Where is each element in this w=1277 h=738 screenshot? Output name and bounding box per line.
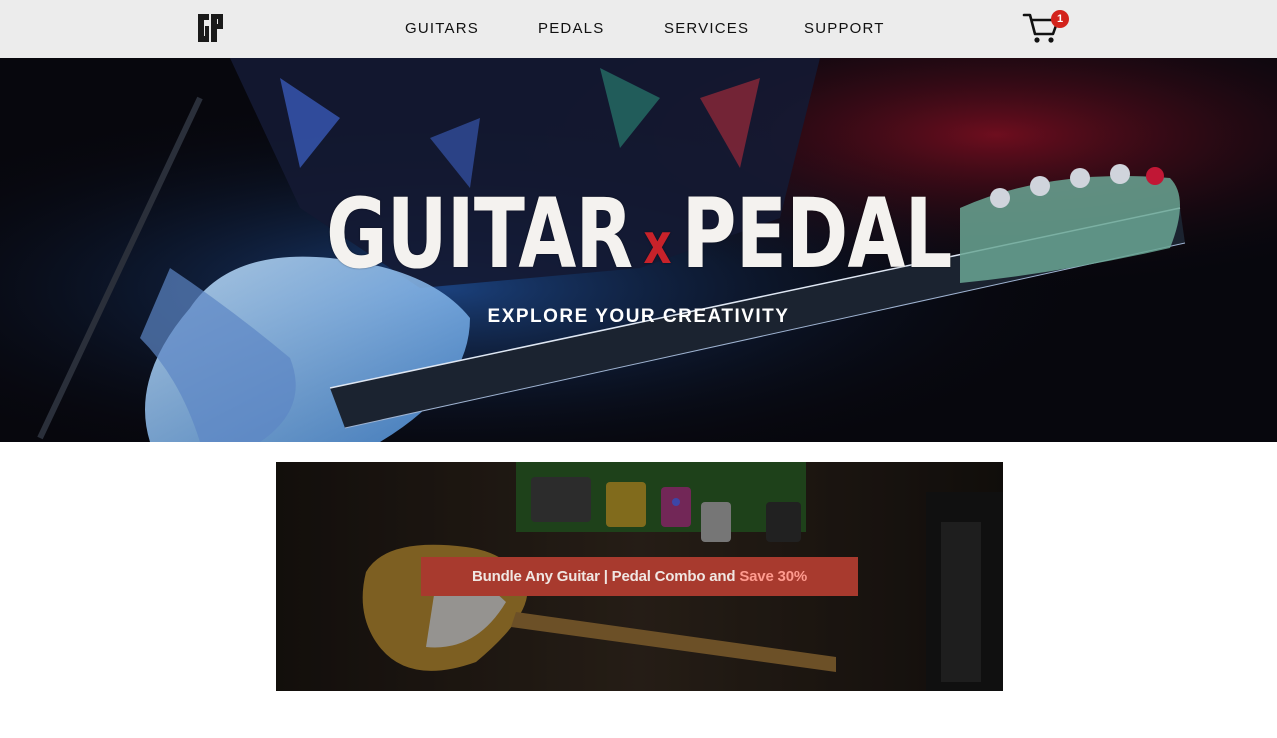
hero-title: GUITAR x PEDAL <box>141 184 1137 295</box>
hero-banner: GUITAR x PEDAL EXPLORE YOUR CREATIVITY <box>0 58 1277 442</box>
nav-link-services[interactable]: SERVICES <box>664 20 749 37</box>
top-navigation-bar: GUITARS PEDALS SERVICES SUPPORT 1 <box>0 0 1277 58</box>
cart-button[interactable]: 1 <box>1022 10 1072 46</box>
nav-link-support[interactable]: SUPPORT <box>804 20 885 37</box>
promo-bundle-card[interactable]: Bundle Any Guitar | Pedal Combo and Save… <box>276 462 1003 691</box>
promo-text: Bundle Any Guitar | Pedal Combo and <box>472 568 736 585</box>
nav-link-pedals[interactable]: PEDALS <box>538 20 604 37</box>
hero-title-pedal: PEDAL <box>681 178 953 290</box>
cart-count-badge: 1 <box>1051 10 1069 28</box>
promo-banner[interactable]: Bundle Any Guitar | Pedal Combo and Save… <box>421 557 858 596</box>
nav-links: GUITARS PEDALS SERVICES SUPPORT <box>0 0 1277 58</box>
hero-subtitle: EXPLORE YOUR CREATIVITY <box>487 306 790 327</box>
nav-link-guitars[interactable]: GUITARS <box>405 20 479 37</box>
promo-save-highlight: Save 30% <box>739 568 807 585</box>
hero-title-x: x <box>643 212 671 277</box>
hero-title-guitar: GUITAR <box>326 178 633 290</box>
